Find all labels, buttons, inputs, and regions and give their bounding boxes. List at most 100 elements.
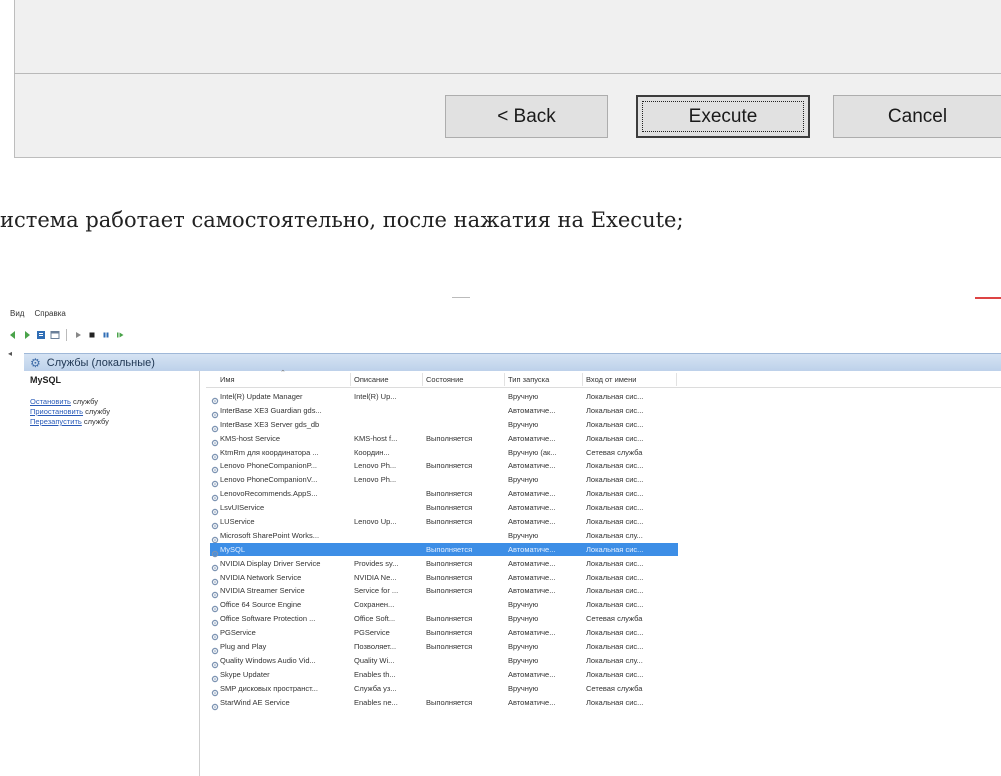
service-gear-icon — [211, 656, 219, 669]
service-actions: Остановить службу Приостановить службу П… — [30, 397, 193, 426]
service-row[interactable]: Quality Windows Audio Vid... Quality Wi..… — [206, 654, 1001, 669]
service-name: Office Software Protection ... — [220, 614, 316, 624]
service-name: Plug and Play — [220, 642, 267, 652]
service-name: KMS-host Service — [220, 433, 281, 443]
service-row[interactable]: SMP дисковых пространст... Служба уз... Вр… — [206, 682, 1001, 696]
service-row[interactable]: NVIDIA Network Service NVIDIA Ne... Выполн… — [206, 571, 1001, 585]
forward-arrow-icon[interactable] — [22, 330, 32, 340]
service-name: Skype Updater — [220, 669, 270, 679]
service-logon-as: Локальная слу... — [586, 655, 643, 665]
column-divider[interactable] — [676, 373, 677, 386]
service-startup-type: Автоматиче... — [508, 405, 556, 415]
service-startup-type: Автоматиче... — [508, 572, 556, 582]
service-name: KtmRm для координатора ... — [220, 447, 319, 457]
column-divider[interactable] — [350, 373, 351, 386]
close-accent — [975, 297, 1001, 299]
service-name: Office 64 Source Engine — [220, 600, 302, 610]
column-header-logon[interactable]: Вход от имени — [586, 375, 672, 384]
service-gear-icon — [211, 573, 219, 585]
services-title-bar: ⚙ Службы (локальные) — [24, 353, 1001, 371]
service-gear-icon — [211, 448, 219, 460]
service-row[interactable]: KMS-host Service KMS-host f... Выполняется… — [206, 432, 1001, 446]
service-row[interactable]: LsvUIService Выполняется Автоматиче... Лока… — [206, 501, 1001, 516]
service-description: Enables th... — [354, 669, 396, 679]
service-startup-type: Автоматиче... — [508, 503, 556, 513]
column-header-startup[interactable]: Тип запуска — [508, 375, 582, 384]
service-row[interactable]: Plug and Play Позволяет... Выполняется Вруч… — [206, 640, 1001, 655]
menu-view[interactable]: Вид — [10, 309, 24, 323]
column-divider[interactable] — [422, 373, 423, 386]
service-state: Выполняется — [426, 586, 473, 596]
service-name: MySQL — [220, 544, 246, 554]
start-icon[interactable] — [73, 330, 83, 340]
service-row[interactable]: NVIDIA Streamer Service Service for ... Вы… — [206, 584, 1001, 599]
service-row[interactable]: StarWind AE Service Enables ne... Выполняе… — [206, 696, 1001, 710]
service-gear-icon — [211, 517, 219, 530]
service-logon-as: Локальная сис... — [586, 475, 644, 485]
service-row[interactable]: NVIDIA Display Driver Service Provides sy… — [206, 557, 1001, 571]
service-name: InterBase XE3 Guardian gds... — [220, 405, 322, 415]
service-startup-type: Автоматиче... — [508, 558, 556, 568]
service-logon-as: Локальная сис... — [586, 642, 644, 652]
service-row[interactable]: InterBase XE3 Server gds_db Вручную Локаль… — [206, 418, 1001, 432]
gears-icon: ⚙ — [30, 355, 41, 370]
service-row[interactable]: LUService Lenovo Up... Выполняется Автомати… — [206, 515, 1001, 530]
service-row-selected[interactable]: MySQL Выполняется Автоматиче... Локальная с… — [206, 542, 1001, 557]
toolbar — [8, 327, 125, 343]
service-row[interactable]: InterBase XE3 Guardian gds... Автоматиче.… — [206, 404, 1001, 419]
column-header-description[interactable]: Описание — [354, 375, 416, 384]
service-description: Lenovo Up... — [354, 517, 397, 527]
restart-icon[interactable] — [115, 330, 125, 340]
service-row[interactable]: LenovoRecommends.AppS... Выполняется Автом… — [206, 487, 1001, 502]
pause-icon[interactable] — [101, 330, 111, 340]
service-row[interactable]: Office 64 Source Engine Сохранен... Вручну… — [206, 598, 1001, 613]
service-logon-as: Локальная сис... — [586, 517, 644, 527]
service-description: PGService — [354, 628, 390, 638]
execute-button[interactable]: Execute — [636, 95, 810, 138]
service-state: Выполняется — [426, 517, 473, 527]
service-startup-type: Автоматиче... — [508, 433, 556, 443]
column-divider[interactable] — [504, 373, 505, 386]
service-state: Выполняется — [426, 697, 473, 707]
service-row[interactable]: Microsoft SharePoint Works... Вручную Лока… — [206, 529, 1001, 544]
service-startup-type: Автоматиче... — [508, 544, 556, 554]
service-row[interactable]: Skype Updater Enables th... Автоматиче... Л… — [206, 668, 1001, 683]
service-state: Выполняется — [426, 503, 473, 513]
service-description: Service for ... — [354, 586, 399, 596]
back-arrow-icon[interactable] — [8, 330, 18, 340]
pause-link-text[interactable]: Приостановить — [30, 407, 83, 416]
properties-icon[interactable] — [36, 330, 46, 340]
service-logon-as: Локальная сис... — [586, 461, 644, 471]
tree-expander-icon[interactable]: ◂ — [8, 349, 12, 358]
dialog-content-area — [14, 0, 1001, 73]
service-gear-icon — [211, 475, 219, 488]
stop-service-link[interactable]: Остановить службу — [30, 397, 193, 406]
service-startup-type: Автоматиче... — [508, 586, 556, 596]
service-row[interactable]: Lenovo PhoneCompanionV... Lenovo Ph... Вру… — [206, 473, 1001, 488]
service-logon-as: Локальная сис... — [586, 669, 644, 679]
service-startup-type: Автоматиче... — [508, 628, 556, 638]
back-button[interactable]: < Back — [445, 95, 608, 138]
service-row[interactable]: KtmRm для координатора ... Координ... Вруч… — [206, 446, 1001, 460]
service-row[interactable]: Lenovo PhoneCompanionP... Lenovo Ph... Вып… — [206, 459, 1001, 474]
menu-help[interactable]: Справка — [34, 309, 65, 323]
services-list: ⌃ Имя Описание Состояние Тип запуска Вхо… — [206, 370, 1001, 776]
service-row[interactable]: Intel(R) Update Manager Intel(R) Up... Вру… — [206, 390, 1001, 405]
console-icon[interactable] — [50, 330, 60, 340]
pause-service-link[interactable]: Приостановить службу — [30, 407, 193, 416]
restart-link-text[interactable]: Перезапустить — [30, 417, 82, 426]
service-startup-type: Вручную — [508, 600, 539, 610]
column-header-state[interactable]: Состояние — [426, 375, 496, 384]
column-divider[interactable] — [582, 373, 583, 386]
service-row[interactable]: Office Software Protection ... Office Sof… — [206, 612, 1001, 627]
stop-icon[interactable] — [87, 330, 97, 340]
cancel-button[interactable]: Cancel — [833, 95, 1001, 138]
service-name: InterBase XE3 Server gds_db — [220, 419, 320, 429]
service-startup-type: Вручную — [508, 392, 539, 401]
restart-service-link[interactable]: Перезапустить службу — [30, 417, 193, 426]
service-row[interactable]: PGService PGService Выполняется Автоматиче.… — [206, 626, 1001, 641]
stop-link-text[interactable]: Остановить — [30, 397, 71, 406]
service-logon-as: Локальная сис... — [586, 586, 644, 596]
column-header-name[interactable]: Имя — [220, 375, 350, 384]
service-logon-as: Локальная сис... — [586, 558, 644, 568]
